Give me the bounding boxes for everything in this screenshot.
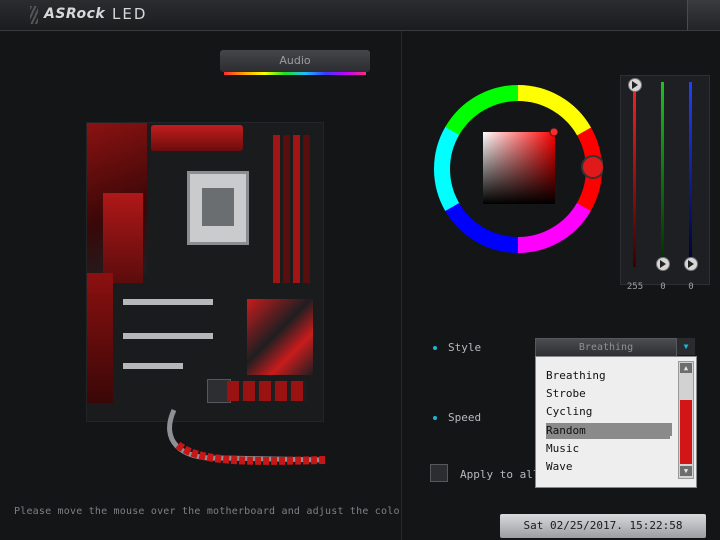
pcie-slot-3 [123, 363, 183, 369]
blue-value: 0 [688, 282, 694, 292]
dropdown-option-wave[interactable]: Wave [546, 460, 573, 473]
dropdown-option-strobe[interactable]: Strobe [546, 387, 586, 400]
hint-text: Please move the mouse over the motherboa… [14, 506, 413, 517]
chevron-down-icon[interactable]: ▼ [677, 338, 695, 355]
datetime-display: Sat 02/25/2017. 15:22:58 [500, 514, 706, 538]
ram-slot-1 [273, 135, 280, 283]
style-dropdown-list: Breathing Strobe Cycling Random Music Wa… [535, 356, 697, 488]
audio-spectrum-bar [224, 72, 366, 75]
led-cable [167, 408, 326, 465]
cpu-socket [187, 171, 249, 245]
pcie-cover[interactable] [87, 273, 113, 403]
play-icon [632, 81, 638, 89]
pcie-slot-1 [123, 299, 213, 305]
green-value: 0 [660, 282, 666, 292]
brand-logo: ASRock [44, 6, 106, 22]
play-icon [660, 260, 666, 268]
speed-label: Speed [448, 411, 482, 424]
io-cover[interactable] [103, 193, 143, 283]
saturation-square[interactable] [483, 132, 555, 204]
audio-button[interactable]: Audio [220, 50, 370, 72]
title-bar: ASRock LED [0, 0, 720, 31]
cpu-socket-inner [202, 188, 234, 226]
ram-slot-3 [293, 135, 300, 283]
style-select[interactable]: Breathing [535, 338, 677, 357]
scroll-down-icon[interactable]: ▼ [680, 466, 692, 476]
led-strip-header[interactable] [227, 381, 307, 401]
style-bullet [433, 346, 437, 350]
apply-all-label: Apply to all [460, 468, 540, 481]
mouse-cursor-icon [670, 436, 676, 448]
speed-bullet [433, 416, 437, 420]
title-corner [687, 0, 720, 30]
dropdown-option-music[interactable]: Music [546, 442, 579, 455]
dropdown-option-breathing[interactable]: Breathing [546, 369, 606, 382]
pcie-slot-2 [123, 333, 213, 339]
blue-slider-knob[interactable] [684, 257, 698, 271]
color-wheel[interactable] [433, 84, 603, 254]
dropdown-scrollbar[interactable]: ▲ ▼ [678, 361, 694, 479]
ram-slot-2 [283, 135, 290, 283]
red-slider-track[interactable] [633, 82, 636, 267]
motherboard-image[interactable] [86, 122, 324, 422]
green-slider-track[interactable] [661, 82, 664, 267]
red-slider-knob[interactable] [628, 78, 642, 92]
page-title: LED [112, 5, 148, 23]
ram-slot-4 [303, 135, 310, 283]
green-slider-knob[interactable] [656, 257, 670, 271]
dropdown-option-cycling[interactable]: Cycling [546, 405, 592, 418]
dropdown-option-random[interactable]: Random [546, 424, 586, 437]
chipset-heatsink[interactable] [247, 299, 313, 375]
scrollbar-thumb[interactable] [680, 400, 692, 464]
scroll-up-icon[interactable]: ▲ [680, 363, 692, 373]
style-label: Style [448, 341, 482, 354]
vrm-heatsink[interactable] [151, 125, 243, 151]
apply-all-checkbox[interactable] [430, 464, 448, 482]
title-stripe-decoration [30, 6, 38, 24]
blue-slider-track[interactable] [689, 82, 692, 267]
play-icon [688, 260, 694, 268]
hue-picker[interactable] [581, 155, 603, 179]
saturation-picker[interactable] [549, 127, 559, 137]
red-value: 255 [626, 282, 644, 292]
